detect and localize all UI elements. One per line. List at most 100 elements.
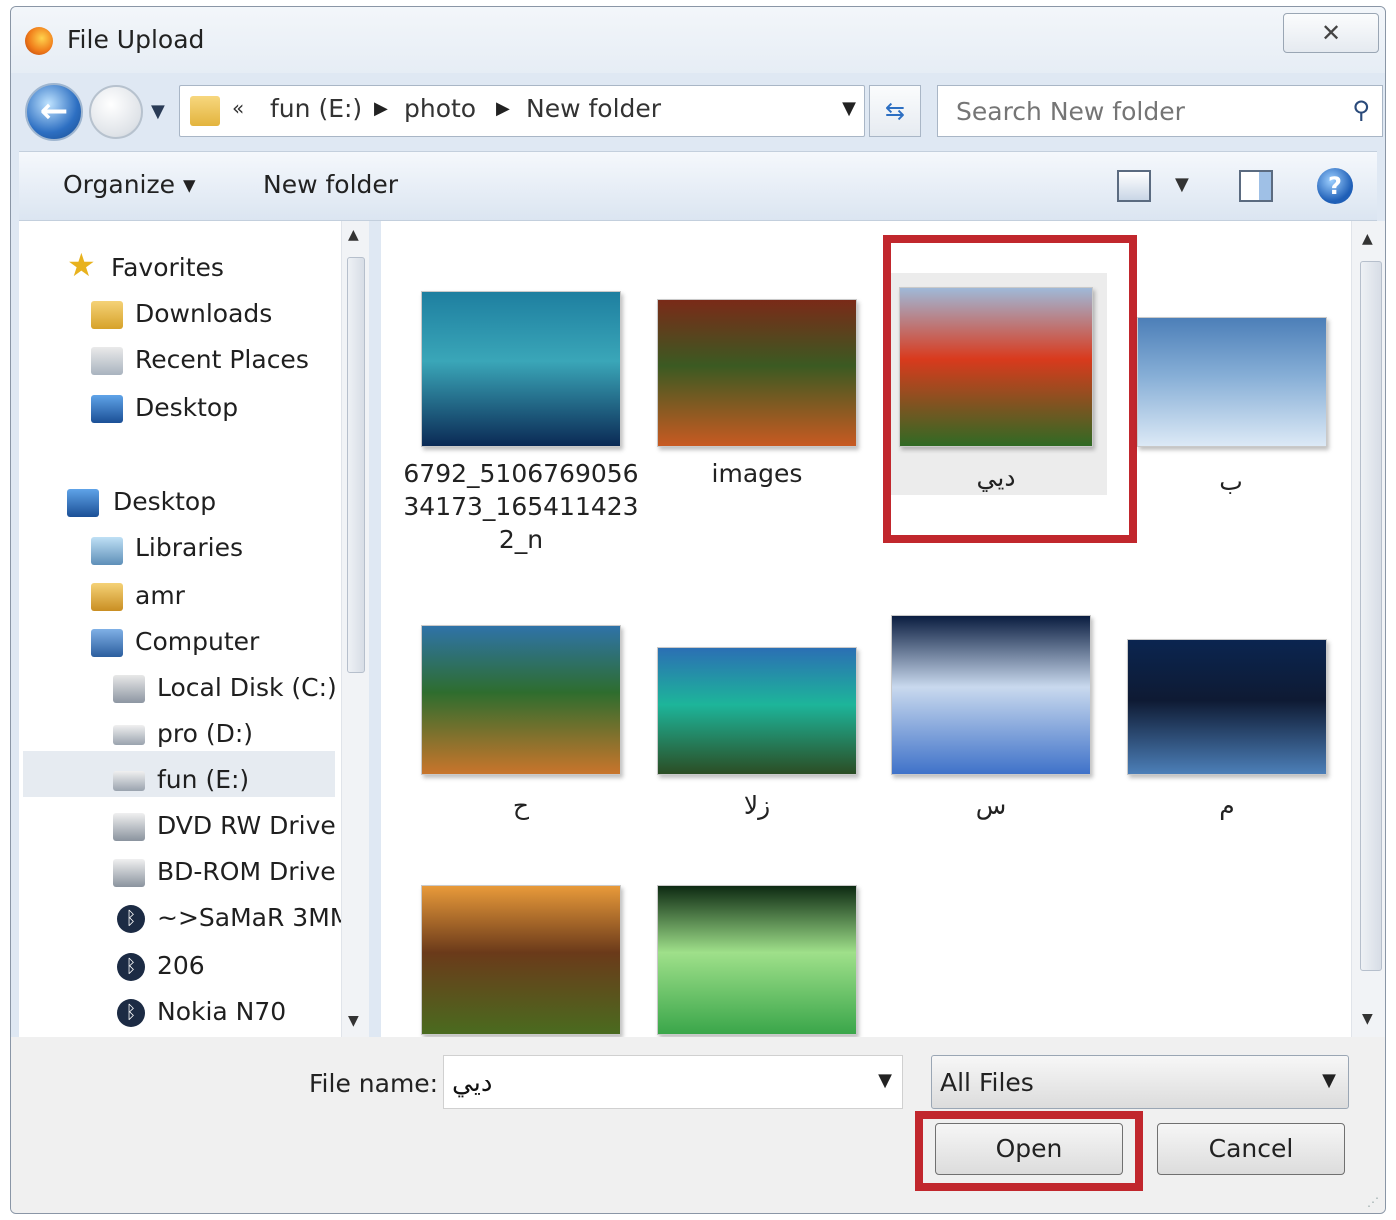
file-thumbnail[interactable] bbox=[1127, 639, 1327, 775]
sidebar-item-desktop[interactable]: Desktop bbox=[135, 393, 238, 422]
scrollbar-thumb[interactable] bbox=[1360, 261, 1382, 971]
file-thumbnail[interactable] bbox=[421, 885, 621, 1035]
file-caption[interactable]: 6792_5106769056 34173_165411423 2_n bbox=[401, 457, 641, 556]
scroll-up-icon[interactable]: ▲ bbox=[1362, 231, 1373, 247]
libraries-icon bbox=[91, 537, 123, 565]
search-box[interactable]: ⚲ bbox=[937, 85, 1383, 137]
file-caption[interactable]: م bbox=[1107, 789, 1347, 822]
sidebar-favorites[interactable]: Favorites bbox=[111, 253, 224, 282]
sidebar-item-pro-d[interactable]: pro (D:) bbox=[157, 719, 253, 748]
star-icon: ★ bbox=[67, 246, 96, 284]
breadcrumb-arrow-icon[interactable]: ▶ bbox=[496, 98, 510, 119]
drive-icon bbox=[113, 771, 145, 791]
recent-pages-dropdown-icon[interactable]: ▼ bbox=[151, 101, 165, 122]
file-upload-dialog: File Upload ✕ ← ▼ « fun (E:) ▶ photo ▶ N… bbox=[10, 6, 1386, 1214]
caption-line: 34173_165411423 bbox=[403, 492, 639, 521]
file-list-scrollbar[interactable]: ▲ ▼ bbox=[1351, 221, 1385, 1037]
address-dropdown-icon[interactable]: ▼ bbox=[842, 98, 856, 119]
change-view-icon[interactable] bbox=[1117, 170, 1151, 202]
sidebar-item-computer[interactable]: Computer bbox=[135, 627, 259, 656]
drive-icon bbox=[113, 725, 145, 745]
file-caption[interactable]: س bbox=[871, 789, 1111, 822]
breadcrumb-photo[interactable]: photo bbox=[404, 94, 476, 123]
file-name-combobox[interactable]: ▼ bbox=[443, 1055, 903, 1109]
breadcrumb-new-folder[interactable]: New folder bbox=[526, 94, 661, 123]
file-thumbnail[interactable] bbox=[657, 299, 857, 447]
bd-rom-drive-icon bbox=[113, 859, 145, 887]
address-bar[interactable]: « fun (E:) ▶ photo ▶ New folder ▼ bbox=[179, 85, 865, 137]
caption-line: 6792_5106769056 bbox=[403, 459, 639, 488]
sidebar-item-local-disk-c[interactable]: Local Disk (C:) bbox=[157, 673, 337, 702]
highlight-box bbox=[883, 235, 1137, 543]
dialog-footer: File name: ▼ All Files ▼ Open Cancel ⋰ bbox=[11, 1037, 1385, 1213]
file-type-value: All Files bbox=[940, 1068, 1034, 1097]
breadcrumb-arrow-icon[interactable]: ▶ bbox=[374, 98, 388, 119]
file-type-select[interactable]: All Files ▼ bbox=[931, 1055, 1349, 1109]
bluetooth-icon: ᛒ bbox=[117, 905, 145, 933]
computer-icon bbox=[91, 629, 123, 657]
sidebar-item-dvd-rw-drive[interactable]: DVD RW Drive ( bbox=[157, 811, 353, 840]
folder-icon bbox=[190, 96, 220, 126]
recent-places-icon bbox=[91, 347, 123, 375]
file-caption[interactable]: images bbox=[637, 457, 877, 490]
file-name-dropdown-icon[interactable]: ▼ bbox=[878, 1070, 892, 1091]
sidebar-item-fun-e[interactable]: fun (E:) bbox=[157, 765, 249, 794]
file-caption[interactable]: زلا bbox=[637, 789, 877, 822]
caption-line: 2_n bbox=[498, 525, 544, 554]
sidebar-item-samar-3mm[interactable]: ~>SaMaR 3MM bbox=[157, 903, 351, 932]
local-disk-icon bbox=[113, 675, 145, 703]
sidebar-item-recent-places[interactable]: Recent Places bbox=[135, 345, 309, 374]
breadcrumb-fun-e[interactable]: fun (E:) bbox=[270, 94, 362, 123]
file-name-label: File name: bbox=[309, 1069, 439, 1098]
command-bar: Organize ▾ New folder ▼ ? bbox=[19, 151, 1377, 221]
file-thumbnail[interactable] bbox=[657, 647, 857, 775]
breadcrumb-overflow[interactable]: « bbox=[232, 96, 244, 120]
desktop-icon bbox=[91, 395, 123, 423]
sidebar-item-206[interactable]: 206 bbox=[157, 951, 205, 980]
sidebar-item-amr[interactable]: amr bbox=[135, 581, 185, 610]
resize-grip-icon[interactable]: ⋰ bbox=[1367, 1195, 1379, 1209]
file-list: 6792_5106769056 34173_165411423 2_n imag… bbox=[381, 221, 1385, 1037]
file-caption[interactable]: ح bbox=[401, 789, 641, 822]
user-folder-icon bbox=[91, 583, 123, 611]
view-options-dropdown-icon[interactable]: ▼ bbox=[1175, 174, 1189, 195]
sidebar-item-bd-rom-drive[interactable]: BD-ROM Drive bbox=[157, 857, 336, 886]
sidebar-item-libraries[interactable]: Libraries bbox=[135, 533, 243, 562]
new-folder-button[interactable]: New folder bbox=[263, 170, 398, 199]
search-input[interactable] bbox=[956, 96, 1336, 126]
help-icon[interactable]: ? bbox=[1317, 168, 1353, 204]
file-caption[interactable]: ب bbox=[1121, 465, 1341, 498]
scroll-down-icon[interactable]: ▼ bbox=[348, 1013, 359, 1029]
file-thumbnail[interactable] bbox=[421, 625, 621, 775]
downloads-folder-icon bbox=[91, 301, 123, 329]
firefox-icon bbox=[25, 27, 53, 55]
cancel-button[interactable]: Cancel bbox=[1157, 1123, 1345, 1175]
scroll-up-icon[interactable]: ▲ bbox=[348, 227, 359, 243]
forward-button[interactable] bbox=[89, 85, 143, 139]
close-button[interactable]: ✕ bbox=[1283, 13, 1379, 53]
scrollbar-thumb[interactable] bbox=[347, 257, 365, 673]
bluetooth-icon: ᛒ bbox=[117, 953, 145, 981]
scroll-down-icon[interactable]: ▼ bbox=[1362, 1011, 1373, 1027]
navigation-pane: ★ Favorites Downloads Recent Places Desk… bbox=[19, 221, 369, 1037]
navigation-scrollbar[interactable]: ▲ ▼ bbox=[341, 221, 369, 1037]
sidebar-desktop-root[interactable]: Desktop bbox=[113, 487, 216, 516]
file-name-field[interactable] bbox=[452, 1066, 852, 1100]
back-button[interactable]: ← bbox=[25, 83, 83, 141]
sidebar-item-nokia-n70[interactable]: Nokia N70 bbox=[157, 997, 286, 1026]
open-button[interactable]: Open bbox=[935, 1123, 1123, 1175]
preview-pane-icon[interactable] bbox=[1239, 170, 1273, 202]
file-thumbnail[interactable] bbox=[421, 291, 621, 447]
dvd-drive-icon bbox=[113, 813, 145, 841]
file-type-dropdown-icon[interactable]: ▼ bbox=[1322, 1070, 1336, 1091]
file-thumbnail[interactable] bbox=[657, 885, 857, 1035]
search-icon[interactable]: ⚲ bbox=[1352, 96, 1370, 124]
desktop-icon bbox=[67, 489, 99, 517]
sidebar-item-downloads[interactable]: Downloads bbox=[135, 299, 272, 328]
file-thumbnail[interactable] bbox=[891, 615, 1091, 775]
organize-button[interactable]: Organize ▾ bbox=[63, 170, 196, 199]
file-thumbnail[interactable] bbox=[1137, 317, 1327, 447]
bluetooth-icon: ᛒ bbox=[117, 999, 145, 1027]
navigation-bar: ← ▼ « fun (E:) ▶ photo ▶ New folder ▼ ⇆ … bbox=[11, 73, 1385, 149]
refresh-icon[interactable]: ⇆ bbox=[869, 85, 921, 137]
